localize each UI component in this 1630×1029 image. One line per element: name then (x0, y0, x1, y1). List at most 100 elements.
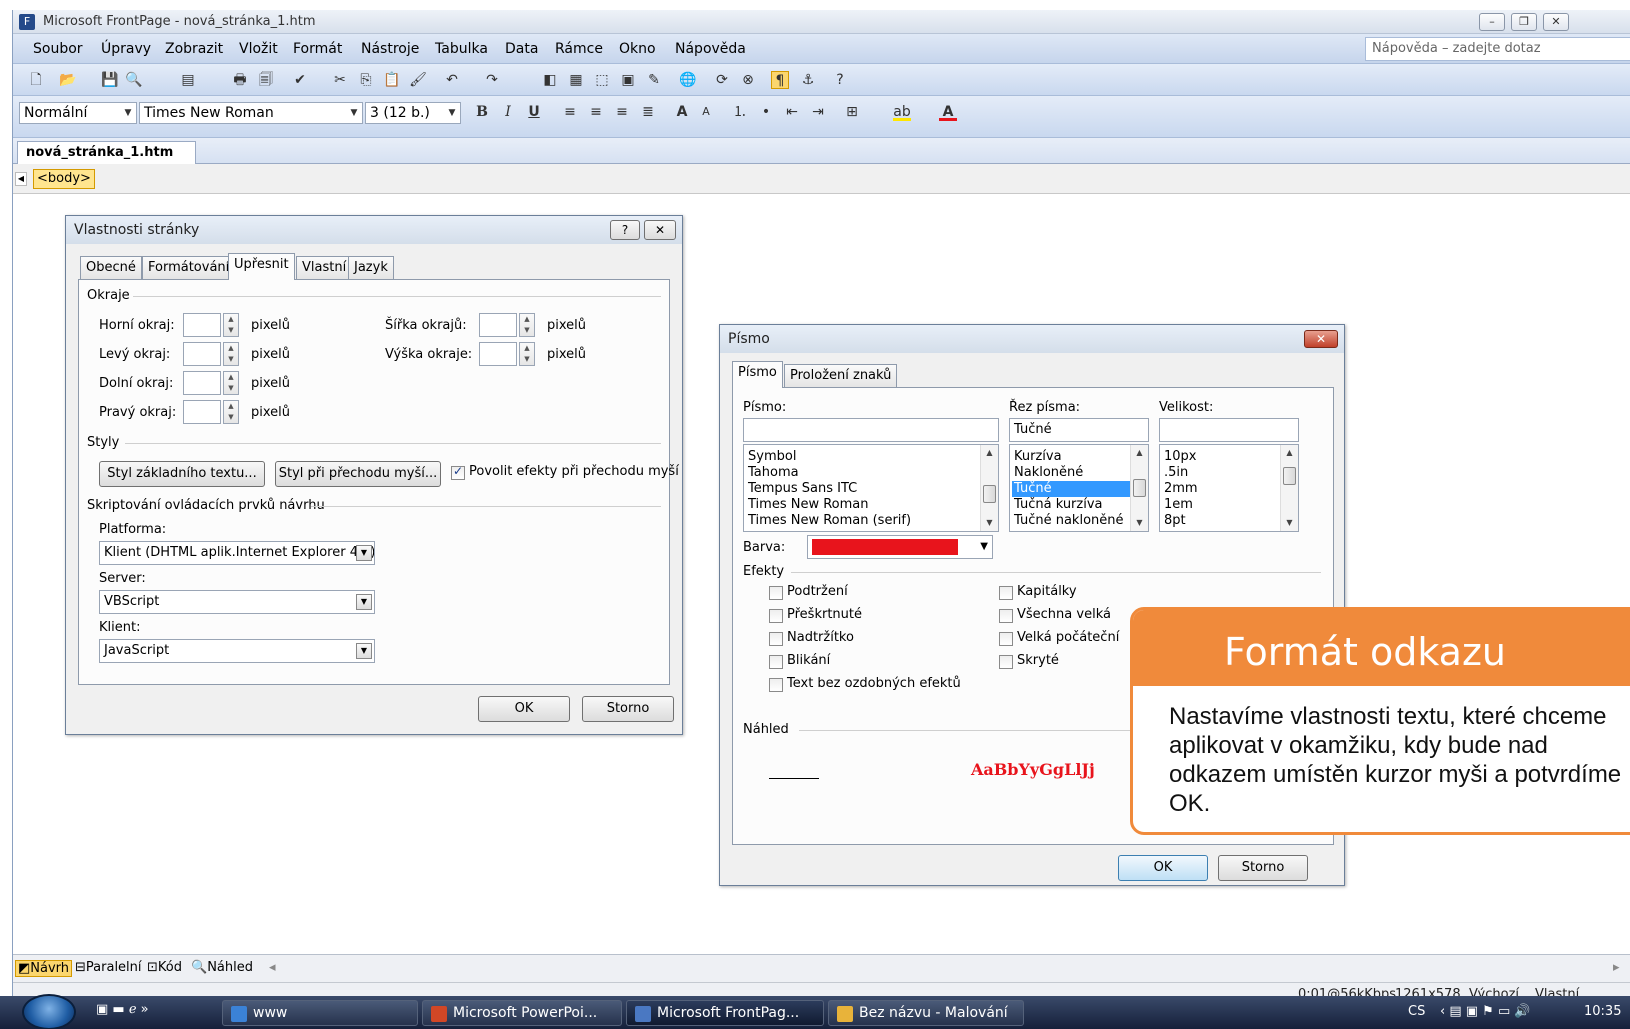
margin-width-input[interactable] (479, 313, 517, 337)
document-tab[interactable]: nová_stránka_1.htm (17, 141, 197, 165)
insert-picture-icon[interactable]: ▣ (619, 71, 637, 89)
size-select[interactable]: 3 (12 b.) ▼ (365, 102, 461, 124)
web-component-icon[interactable]: ◧ (541, 71, 559, 89)
menu-data[interactable]: Data (505, 41, 538, 57)
search-icon[interactable]: 🔍 (125, 71, 143, 89)
spin-arrows-icon[interactable]: ▲ ▼ (223, 313, 239, 337)
publish-icon[interactable]: ▤ (179, 71, 197, 89)
all-caps-checkbox[interactable] (999, 609, 1013, 623)
style-input[interactable]: Tučné (1009, 418, 1149, 442)
save-icon[interactable]: 💾 (101, 71, 119, 89)
print-icon[interactable]: 🖶 (231, 71, 249, 89)
font-option[interactable]: Symbol (748, 449, 796, 465)
cancel-button[interactable]: Storno (582, 696, 674, 722)
menu-ramce[interactable]: Rámce (555, 41, 603, 57)
new-page-icon[interactable]: 🗋 (27, 71, 45, 89)
client-select[interactable]: JavaScript ▼ (99, 639, 375, 663)
decrease-indent-icon[interactable]: ⇤ (783, 103, 801, 121)
undo-icon[interactable]: ↶ (443, 71, 461, 89)
tab-pismo[interactable]: Písmo (732, 361, 783, 388)
help-icon[interactable]: ? (831, 71, 849, 89)
numbered-list-icon[interactable]: ⒈ (731, 103, 749, 121)
scroll-right-icon[interactable]: ▸ (1613, 960, 1620, 975)
ok-button[interactable]: OK (478, 696, 570, 722)
tab-vlastni[interactable]: Vlastní (296, 256, 353, 280)
stop-icon[interactable]: ⊗ (739, 71, 757, 89)
redo-icon[interactable]: ↷ (483, 71, 501, 89)
spelling-icon[interactable]: ✔ (291, 71, 309, 89)
font-option[interactable]: Times New Roman (748, 497, 868, 513)
style-select[interactable]: Normální ▼ (19, 102, 137, 124)
cancel-button[interactable]: Storno (1218, 855, 1308, 881)
style-option[interactable]: Nakloněné (1014, 465, 1083, 481)
italic-button[interactable]: I (499, 103, 517, 121)
hidden-checkbox[interactable] (999, 655, 1013, 669)
quick-launch-icons[interactable]: ▣ ▬ ℯ » (96, 1002, 149, 1017)
scroll-thumb[interactable] (1133, 479, 1146, 497)
menu-napoveda[interactable]: Nápověda (675, 41, 746, 57)
drawing-icon[interactable]: ✎ (645, 71, 663, 89)
no-decoration-checkbox[interactable] (769, 678, 783, 692)
menu-vlozit[interactable]: Vložit (239, 41, 278, 57)
clock[interactable]: 10:35 (1584, 1004, 1621, 1019)
style-option[interactable]: Tučné nakloněné (1014, 513, 1124, 529)
align-left-icon[interactable]: ≡ (561, 103, 579, 121)
align-right-icon[interactable]: ≡ (613, 103, 631, 121)
borders-icon[interactable]: ⊞ (843, 103, 861, 121)
color-picker[interactable]: ▼ (807, 535, 993, 559)
hover-style-button[interactable]: Styl při přechodu myší... (275, 461, 441, 487)
capitalize-checkbox[interactable] (999, 632, 1013, 646)
align-center-icon[interactable]: ≡ (587, 103, 605, 121)
enable-hover-checkbox[interactable] (451, 464, 465, 480)
justify-icon[interactable]: ≣ (639, 103, 657, 121)
menu-soubor[interactable]: Soubor (33, 41, 83, 57)
spin-arrows-icon[interactable]: ▲ ▼ (519, 313, 535, 337)
language-indicator[interactable]: CS (1408, 1004, 1425, 1019)
scroll-left-icon[interactable]: ◀ (15, 172, 27, 186)
style-list-scrollbar[interactable]: ▲ ▼ (1130, 445, 1148, 531)
scroll-down-icon[interactable]: ▼ (1281, 515, 1298, 531)
style-option-selected[interactable]: Tučné (1012, 481, 1130, 497)
tab-upresnit[interactable]: Upřesnit (228, 253, 295, 280)
bold-button[interactable]: B (473, 103, 491, 121)
size-option[interactable]: 2mm (1164, 481, 1198, 497)
taskbar-item-www[interactable]: www (222, 1000, 418, 1026)
bottom-margin-input[interactable] (183, 371, 221, 395)
anchor-icon[interactable]: ⚓ (799, 71, 817, 89)
tray-icons[interactable]: ‹ ▤ ▣ ⚑ ▭ 🔊 (1440, 1004, 1531, 1019)
tab-nahled[interactable]: 🔍Náhled (191, 960, 253, 975)
font-grow-icon[interactable]: A (673, 103, 691, 121)
underline-checkbox[interactable] (769, 586, 783, 600)
body-text-style-button[interactable]: Styl základního textu... (99, 461, 265, 487)
close-button[interactable]: ✕ (1304, 330, 1338, 348)
scroll-up-icon[interactable]: ▲ (981, 445, 998, 461)
help-search-input[interactable]: Nápověda – zadejte dotaz (1365, 37, 1630, 61)
size-option[interactable]: .5in (1164, 465, 1188, 481)
scroll-up-icon[interactable]: ▲ (1281, 445, 1298, 461)
help-button[interactable]: ? (610, 220, 640, 240)
refresh-icon[interactable]: ⟳ (713, 71, 731, 89)
spin-arrows-icon[interactable]: ▲ ▼ (223, 371, 239, 395)
scroll-thumb[interactable] (983, 485, 996, 503)
taskbar-item-frontpage[interactable]: Microsoft FrontPag... (626, 1000, 824, 1026)
close-button[interactable]: ✕ (1543, 13, 1569, 31)
taskbar-item-powerpoint[interactable]: Microsoft PowerPoi... (422, 1000, 622, 1026)
spin-arrows-icon[interactable]: ▲ ▼ (519, 342, 535, 366)
copy-icon[interactable]: ⎘ (357, 71, 375, 89)
menu-okno[interactable]: Okno (619, 41, 656, 57)
size-option[interactable]: 10px (1164, 449, 1197, 465)
increase-indent-icon[interactable]: ⇥ (809, 103, 827, 121)
platform-select[interactable]: Klient (DHTML aplik.Internet Explorer 4.… (99, 541, 375, 565)
font-option[interactable]: Tempus Sans ITC (748, 481, 857, 497)
taskbar-item-paint[interactable]: Bez názvu - Malování (828, 1000, 1024, 1026)
blink-checkbox[interactable] (769, 655, 783, 669)
cut-icon[interactable]: ✂ (331, 71, 349, 89)
menu-zobrazit[interactable]: Zobrazit (165, 41, 223, 57)
size-option[interactable]: 8pt (1164, 513, 1186, 529)
size-option[interactable]: 1em (1164, 497, 1193, 513)
highlight-icon[interactable]: ab (893, 103, 911, 121)
ok-button[interactable]: OK (1118, 855, 1208, 881)
show-all-pilcrow-icon[interactable]: ¶ (771, 71, 789, 89)
tab-kod[interactable]: ⊡Kód (147, 960, 182, 975)
minimize-button[interactable]: – (1479, 13, 1505, 31)
